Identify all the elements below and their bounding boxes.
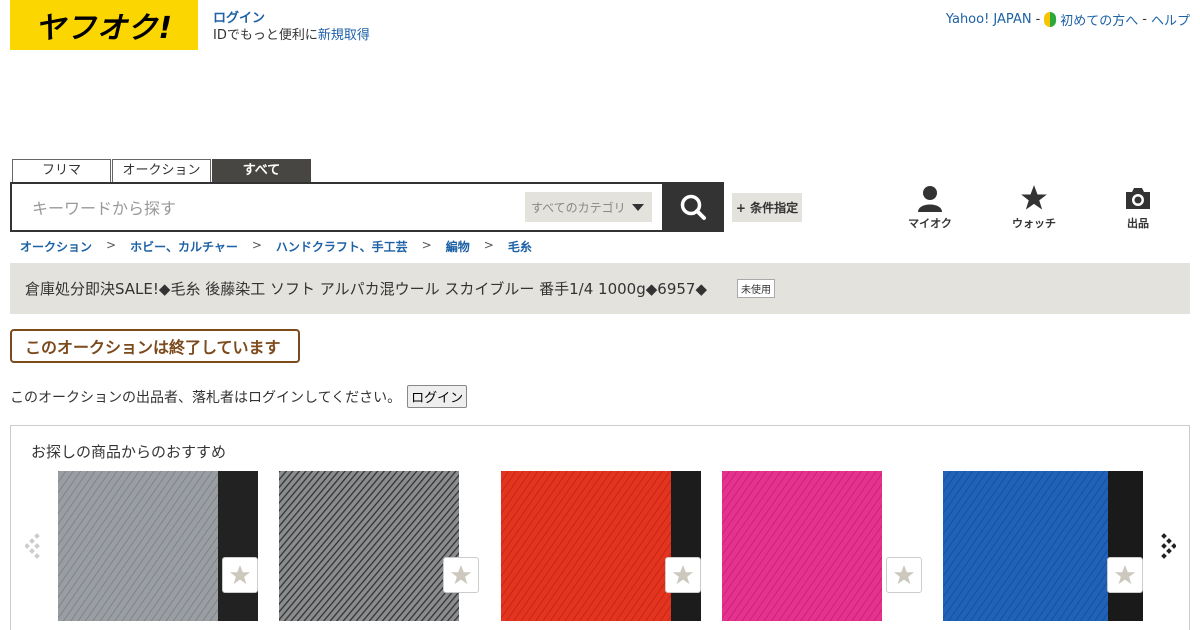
search-icon <box>680 194 706 220</box>
login-link[interactable]: ログイン <box>213 10 370 27</box>
separator: - <box>1142 12 1147 27</box>
login-notice: このオークションの出品者、落札者はログインしてください。 ログイン <box>10 385 468 408</box>
watch-toggle[interactable] <box>443 557 479 593</box>
watch-toggle[interactable] <box>1107 557 1143 593</box>
recommendations-panel: お探しの商品からのおすすめ <box>10 425 1190 630</box>
logo-text: ヤフオク! <box>34 11 174 46</box>
carousel-next-icon[interactable] <box>1156 531 1176 561</box>
search-input[interactable]: キーワードから探す <box>12 184 525 230</box>
recommended-item[interactable] <box>943 471 1143 621</box>
star-icon <box>450 564 472 585</box>
recommendations-title: お探しの商品からのおすすめ <box>31 443 227 461</box>
breadcrumb-handcraft[interactable]: ハンドクラフト、手工芸 <box>276 238 408 255</box>
breadcrumb-knitting[interactable]: 編物 <box>446 238 470 255</box>
recommended-item[interactable] <box>58 471 258 621</box>
user-icon <box>918 186 942 212</box>
sell-button[interactable]: 出品 <box>1108 184 1168 231</box>
category-select[interactable]: すべてのカテゴリ <box>525 192 652 222</box>
beginner-link[interactable]: 初めての方へ <box>1060 10 1138 29</box>
login-promo: IDでもっと便利に <box>213 28 318 43</box>
item-title: 倉庫処分即決SALE!◆毛糸 後藤染工 ソフト アルパカ混ウール スカイブルー … <box>25 280 707 298</box>
chevron-down-icon <box>631 203 644 211</box>
recommended-item[interactable] <box>501 471 701 621</box>
carousel-prev-icon[interactable] <box>25 531 45 561</box>
camera-icon <box>1126 188 1150 209</box>
yarn-image <box>943 471 1143 621</box>
separator: - <box>1035 12 1041 27</box>
signup-link[interactable]: 新規取得 <box>318 28 370 43</box>
yarn-image <box>722 471 922 621</box>
breadcrumb-separator: > <box>251 238 262 252</box>
watch-label: ウォッチ <box>1012 217 1056 230</box>
search-tabs: フリマ オークション すべて <box>12 159 311 182</box>
help-link[interactable]: ヘルプ <box>1151 10 1190 29</box>
breadcrumb-separator: > <box>483 238 494 252</box>
auction-ended-banner: このオークションは終了しています <box>10 329 300 363</box>
login-notice-text: このオークションの出品者、落札者はログインしてください。 <box>10 389 402 406</box>
breadcrumb-separator: > <box>421 238 432 252</box>
star-icon <box>672 564 694 585</box>
breadcrumb-auction[interactable]: オークション <box>20 238 92 255</box>
login-box: ログイン IDでもっと便利に新規取得 <box>213 10 370 44</box>
beginner-mark-icon <box>1044 12 1057 27</box>
watch-toggle[interactable] <box>222 557 258 593</box>
yahuoku-logo[interactable]: ヤフオク! <box>10 0 198 50</box>
star-icon <box>1114 564 1136 585</box>
yarn-image <box>279 471 479 621</box>
condition-button[interactable]: + 条件指定 <box>732 193 802 222</box>
watch-toggle[interactable] <box>665 557 701 593</box>
tab-auction[interactable]: オークション <box>112 159 211 182</box>
recommended-item[interactable] <box>722 471 922 621</box>
sell-label: 出品 <box>1127 217 1149 230</box>
breadcrumb-hobby[interactable]: ホビー、カルチャー <box>130 238 238 255</box>
search-button[interactable] <box>662 182 724 232</box>
condition-badge: 未使用 <box>737 279 775 298</box>
header-links: Yahoo! JAPAN - 初めての方へ - ヘルプ <box>946 10 1190 29</box>
star-icon <box>229 564 251 585</box>
yahoo-japan-link[interactable]: Yahoo! JAPAN <box>946 12 1032 27</box>
star-icon <box>1021 185 1047 210</box>
breadcrumb: オークション > ホビー、カルチャー > ハンドクラフト、手工芸 > 編物 > … <box>20 238 532 255</box>
notice-login-button[interactable]: ログイン <box>407 385 468 408</box>
recommended-item[interactable] <box>279 471 479 621</box>
search-bar: キーワードから探す すべてのカテゴリ <box>10 182 724 232</box>
tab-flea-market[interactable]: フリマ <box>12 159 111 182</box>
yarn-image <box>58 471 258 621</box>
myauc-label: マイオク <box>908 217 952 230</box>
watch-toggle[interactable] <box>886 557 922 593</box>
breadcrumb-yarn[interactable]: 毛糸 <box>508 238 532 255</box>
item-title-bar: 倉庫処分即決SALE!◆毛糸 後藤染工 ソフト アルパカ混ウール スカイブルー … <box>10 263 1190 314</box>
star-icon <box>893 564 915 585</box>
watch-button[interactable]: ウォッチ <box>1004 184 1064 231</box>
breadcrumb-separator: > <box>106 238 117 252</box>
yarn-image <box>501 471 701 621</box>
category-select-label: すべてのカテゴリ <box>531 200 626 215</box>
tab-all[interactable]: すべて <box>212 159 311 182</box>
myauc-button[interactable]: マイオク <box>900 184 960 231</box>
